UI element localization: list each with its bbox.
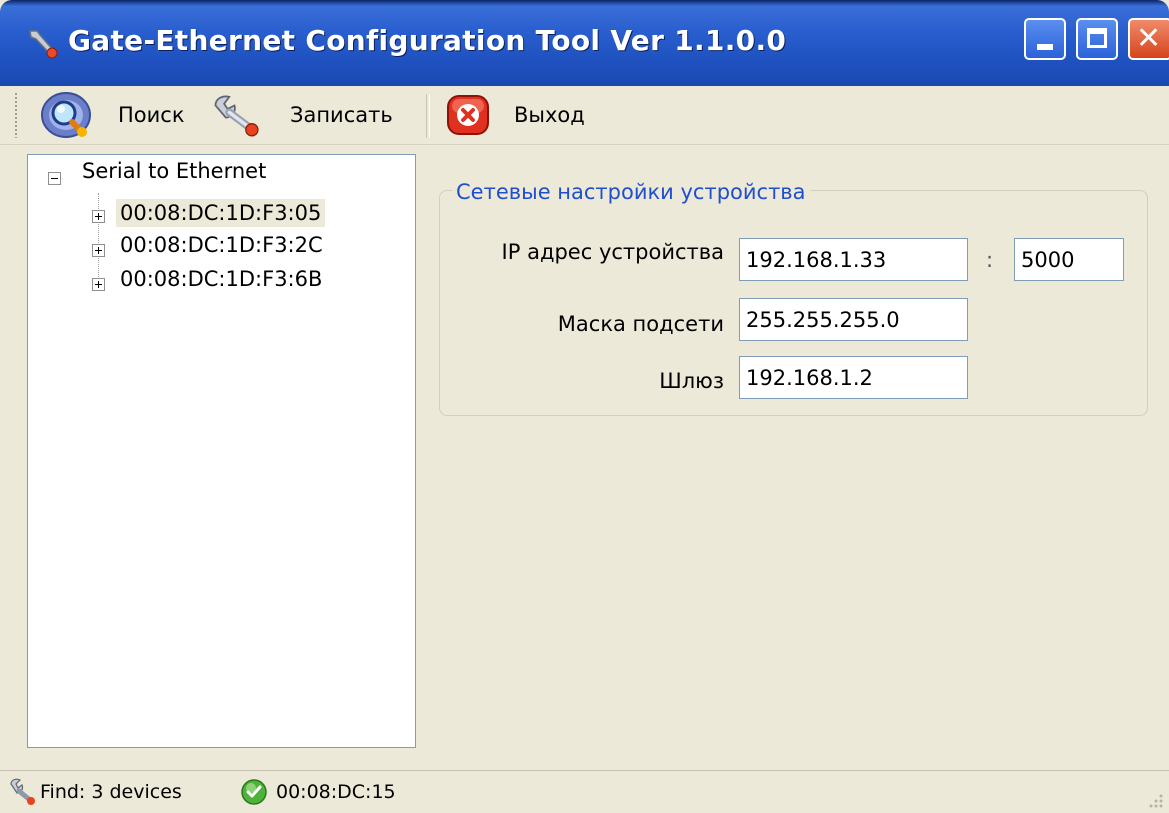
device-tree[interactable]: Serial to Ethernet 00:08:DC:1D:F3:05 00:… [27,154,416,748]
close-icon [447,95,489,135]
gateway-input[interactable] [739,356,968,399]
expand-icon[interactable] [92,278,105,291]
search-button[interactable]: Поиск [40,90,210,140]
expand-icon[interactable] [92,210,105,223]
minimize-button[interactable] [1024,18,1066,60]
exit-button[interactable]: Выход [444,90,604,140]
tree-root[interactable]: Serial to Ethernet [28,155,415,195]
wrench-icon [10,778,35,805]
tree-item[interactable]: 00:08:DC:1D:F3:2C [88,231,388,265]
gateway-label: Шлюз [659,369,724,393]
window-title: Gate-Ethernet Configuration Tool Ver 1.1… [68,24,787,57]
tree-item[interactable]: 00:08:DC:1D:F3:05 [88,197,388,231]
status-find-count: Find: 3 devices [40,781,182,803]
toolbar-separator [426,94,430,138]
tree-item-label: 00:08:DC:1D:F3:2C [120,233,323,257]
maximize-button[interactable] [1076,18,1118,60]
maximize-icon [1087,28,1107,48]
tree-item-label: 00:08:DC:1D:F3:6B [120,267,323,291]
wrench-icon [214,95,259,137]
tree-item[interactable]: 00:08:DC:1D:F3:6B [88,265,388,299]
close-button[interactable]: ✕ [1128,18,1169,60]
subnet-mask-label: Маска подсети [557,312,724,336]
collapse-icon[interactable] [48,172,61,185]
subnet-mask-input[interactable] [739,298,968,341]
exit-button-label: Выход [514,103,585,127]
tree-root-label: Serial to Ethernet [82,159,267,183]
magnifier-icon [41,92,91,138]
status-bar: Find: 3 devices 00:08:DC:15 [0,770,1169,813]
ip-address-input[interactable] [739,238,968,281]
expand-icon[interactable] [92,244,105,257]
resize-grip-icon[interactable] [1146,791,1164,809]
port-separator: : [986,248,994,272]
wrench-icon [29,30,58,59]
close-icon: ✕ [1136,21,1162,56]
port-input[interactable] [1014,238,1124,281]
toolbar: Поиск Записать Выход [0,86,1169,145]
save-button[interactable]: Записать [212,90,412,140]
ip-address-label: IP адрес устройства [501,240,724,264]
status-device-id: 00:08:DC:15 [276,781,396,803]
minimize-icon [1037,44,1053,50]
save-button-label: Записать [290,103,393,127]
search-button-label: Поиск [118,103,185,127]
application-window: Gate-Ethernet Configuration Tool Ver 1.1… [0,0,1169,813]
ok-icon [241,779,267,805]
tree-item-label: 00:08:DC:1D:F3:05 [116,199,326,227]
network-settings-title: Сетевые настройки устройства [452,180,810,204]
toolbar-grip[interactable] [14,92,18,138]
title-bar[interactable]: Gate-Ethernet Configuration Tool Ver 1.1… [0,0,1169,86]
